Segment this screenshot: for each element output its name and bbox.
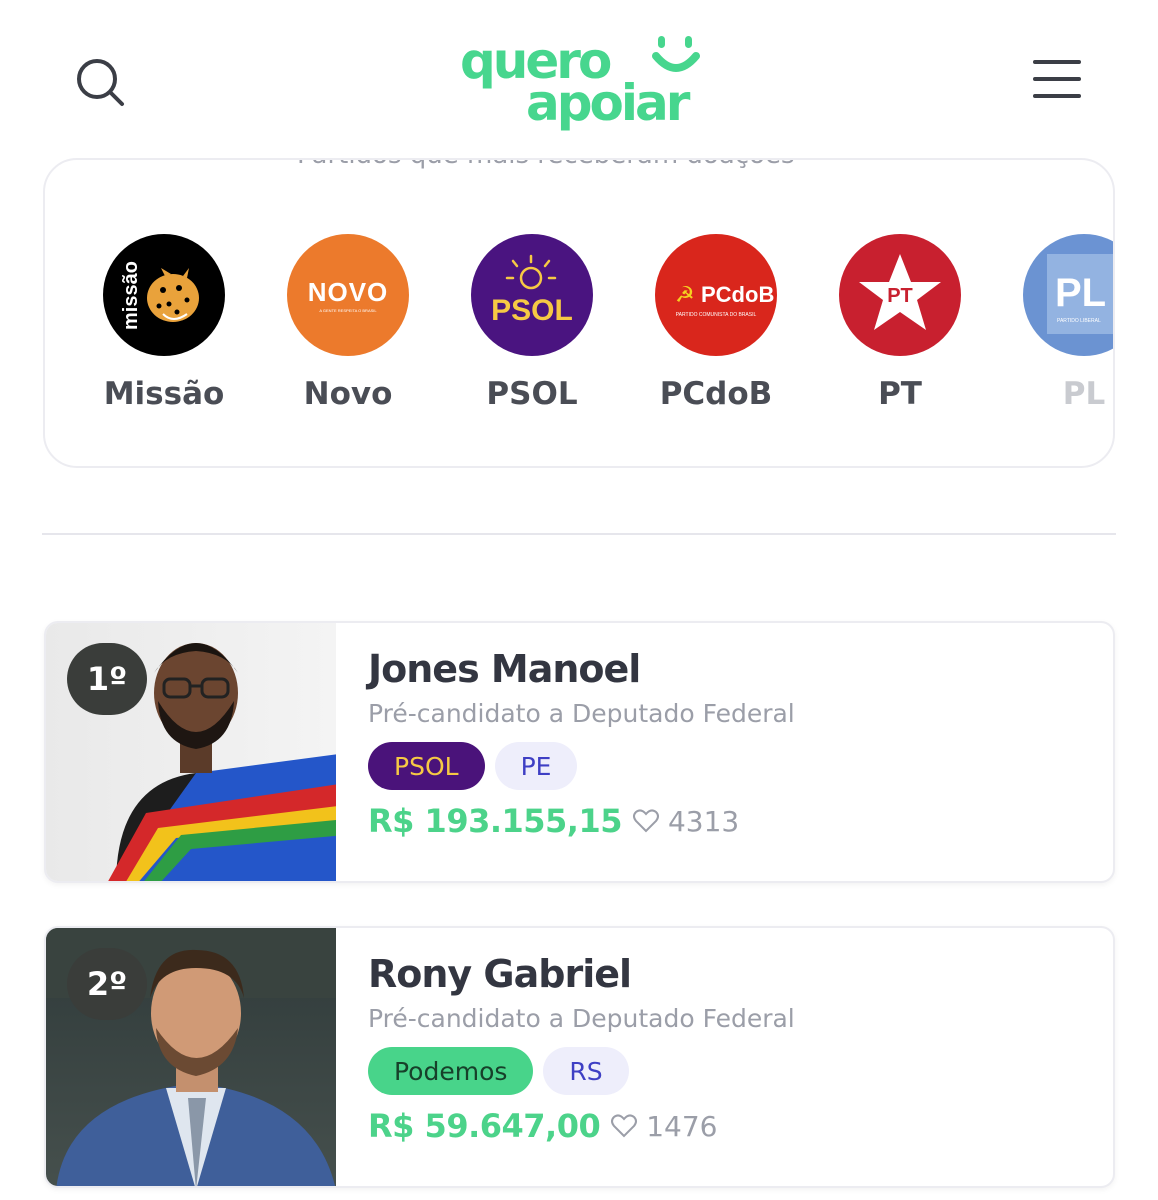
pl-logo-subtext: PARTIDO LIBERAL (1057, 318, 1101, 324)
heart-icon[interactable] (610, 1113, 638, 1139)
rank-badge: 1º (67, 643, 147, 715)
party-tag[interactable]: PSOL (368, 742, 485, 790)
novo-logo-subtext: A GENTE RESPEITA O BRASIL (319, 308, 377, 313)
heart-icon[interactable] (632, 808, 660, 834)
candidate-info: Rony Gabriel Pré-candidato a Deputado Fe… (368, 952, 795, 1145)
pl-logo: PL PARTIDO LIBERAL (1023, 234, 1113, 356)
hamburger-menu-icon[interactable] (1033, 60, 1081, 98)
pcdob-logo-text: PCdoB (701, 282, 774, 307)
candidate-photo: 1º (46, 623, 336, 881)
quero-apoiar-logo[interactable]: quero apoiar (456, 28, 706, 132)
candidate-name: Jones Manoel (368, 647, 641, 691)
party-name: PSOL (486, 376, 578, 412)
pl-logo-text: PL (1055, 271, 1106, 315)
state-tag[interactable]: RS (543, 1047, 629, 1095)
party-tag[interactable]: Podemos (368, 1047, 534, 1095)
party-name: Novo (303, 376, 393, 412)
section-title: Partidos que mais receberam doações (275, 160, 817, 170)
candidate-role: Pré-candidato a Deputado Federal (368, 699, 795, 728)
psol-logo-text: PSOL (491, 294, 573, 327)
party-item-psol[interactable]: PSOL PSOL (470, 234, 594, 412)
party-item-pl[interactable]: PL PARTIDO LIBERAL PL (1022, 234, 1113, 412)
missao-logo: missão (103, 234, 225, 356)
top-parties-section: Partidos que mais receberam doações miss… (43, 158, 1115, 468)
candidate-tags: Podemos RS (368, 1047, 795, 1095)
candidate-tags: PSOL PE (368, 742, 795, 790)
missao-logo-text: missão (120, 261, 142, 330)
like-count: 1476 (646, 1109, 718, 1143)
donation-row: R$ 193.155,15 4313 (368, 802, 795, 840)
like-count: 4313 (667, 804, 740, 838)
party-name: PCdoB (659, 376, 773, 412)
candidate-role: Pré-candidato a Deputado Federal (368, 1004, 795, 1033)
psol-logo: PSOL (471, 234, 593, 356)
party-name: PT (878, 376, 922, 412)
donation-amount: R$ 193.155,15 (368, 802, 622, 840)
pcdob-logo-subtext: PARTIDO COMUNISTA DO BRASIL (676, 312, 757, 318)
donation-row: R$ 59.647,00 1476 (368, 1107, 795, 1145)
donation-amount: R$ 59.647,00 (368, 1107, 601, 1145)
logo-word-apoiar: apoiar (526, 74, 690, 132)
novo-logo-text: NOVO (307, 277, 389, 307)
pt-logo: PT (839, 234, 961, 356)
party-item-novo[interactable]: NOVO A GENTE RESPEITA O BRASIL Novo (286, 234, 410, 412)
novo-logo: NOVO A GENTE RESPEITA O BRASIL (287, 234, 409, 356)
section-divider (42, 533, 1116, 535)
rank-badge: 2º (67, 948, 147, 1020)
hammer-sickle-icon: ☭ (675, 282, 695, 307)
state-tag[interactable]: PE (494, 742, 578, 790)
candidate-card[interactable]: 2º Rony Gabriel Pré-candidato a Deputado… (44, 926, 1115, 1188)
search-icon[interactable] (74, 56, 126, 108)
candidate-name: Rony Gabriel (368, 952, 632, 996)
party-name: PL (1062, 376, 1106, 412)
party-item-pcdob[interactable]: ☭ PCdoB PARTIDO COMUNISTA DO BRASIL PCdo… (654, 234, 778, 412)
smile-icon (652, 36, 700, 72)
candidate-photo: 2º (46, 928, 336, 1186)
candidate-info: Jones Manoel Pré-candidato a Deputado Fe… (368, 647, 795, 840)
pt-logo-text: PT (887, 285, 913, 307)
party-name: Missão (103, 376, 225, 412)
candidate-card[interactable]: 1º Jones Manoel Pré-candidato a Deputado… (44, 621, 1115, 883)
pcdob-logo: ☭ PCdoB PARTIDO COMUNISTA DO BRASIL (655, 234, 777, 356)
app-header: quero apoiar (0, 0, 1158, 140)
party-item-pt[interactable]: PT PT (838, 234, 962, 412)
party-item-missao[interactable]: missão Missão (102, 234, 226, 412)
